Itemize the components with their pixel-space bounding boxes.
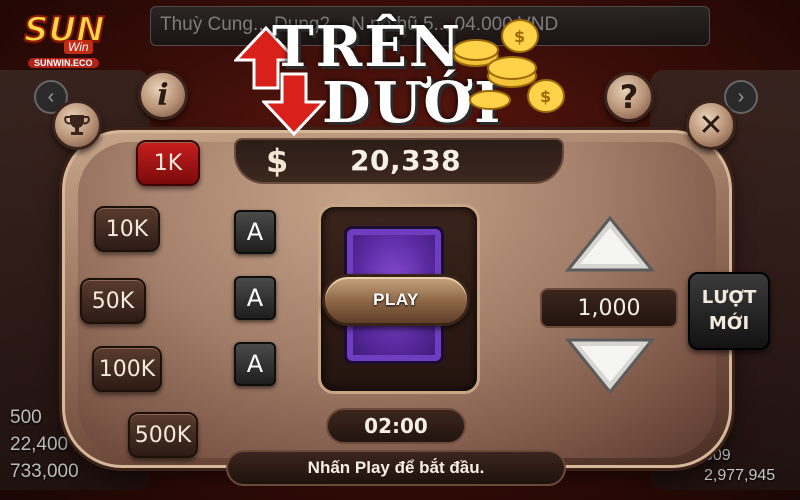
lobby-left-value: 733,000 [10,461,79,482]
chip-50k-button[interactable]: 50K [80,278,146,324]
gold-coins-icon: $ $ [453,19,565,113]
close-icon: ✕ [698,107,724,143]
new-round-line1: LƯỢT [701,287,757,308]
close-button[interactable]: ✕ [686,100,736,150]
lobby-right-value: 2,977,945 [704,467,776,484]
chip-100k-button[interactable]: 100K [92,346,162,392]
chip-10k-button[interactable]: 10K [94,206,160,252]
new-round-line2: MỚI [708,313,750,334]
chip-500k-button[interactable]: 500K [128,412,198,458]
info-icon: i [157,77,169,113]
card-rank-tile: A [234,342,276,386]
svg-text:$: $ [514,27,525,46]
info-button[interactable]: i [138,70,188,120]
help-icon: ? [619,78,639,116]
bet-down-button[interactable] [564,336,656,396]
sunwin-logo: SUN Win SUNWIN.ECO [10,4,116,68]
play-button[interactable]: PLAY [322,274,470,326]
leaderboard-button[interactable] [52,100,102,150]
round-timer: 02:00 [326,408,466,444]
arrow-down-icon [262,72,326,136]
logo-sub: Win [64,40,93,54]
trophy-icon [64,115,90,135]
dollar-icon: $ [266,142,289,180]
logo-url: SUNWIN.ECO [28,58,99,68]
chip-1k-button[interactable]: 1K [136,140,200,186]
svg-text:$: $ [540,87,551,106]
bet-amount: 1,000 [540,288,678,328]
balance-value: 20,338 [350,144,462,177]
lobby-right-values: 609 2,977,945 [704,446,775,486]
card-rank-tile: A [234,210,276,254]
status-message: Nhấn Play để bắt đầu. [226,450,566,486]
new-round-button[interactable]: LƯỢT MỚI [688,272,770,350]
card-rank-tile: A [234,276,276,320]
help-button[interactable]: ? [604,72,654,122]
bet-up-button[interactable] [564,214,656,274]
